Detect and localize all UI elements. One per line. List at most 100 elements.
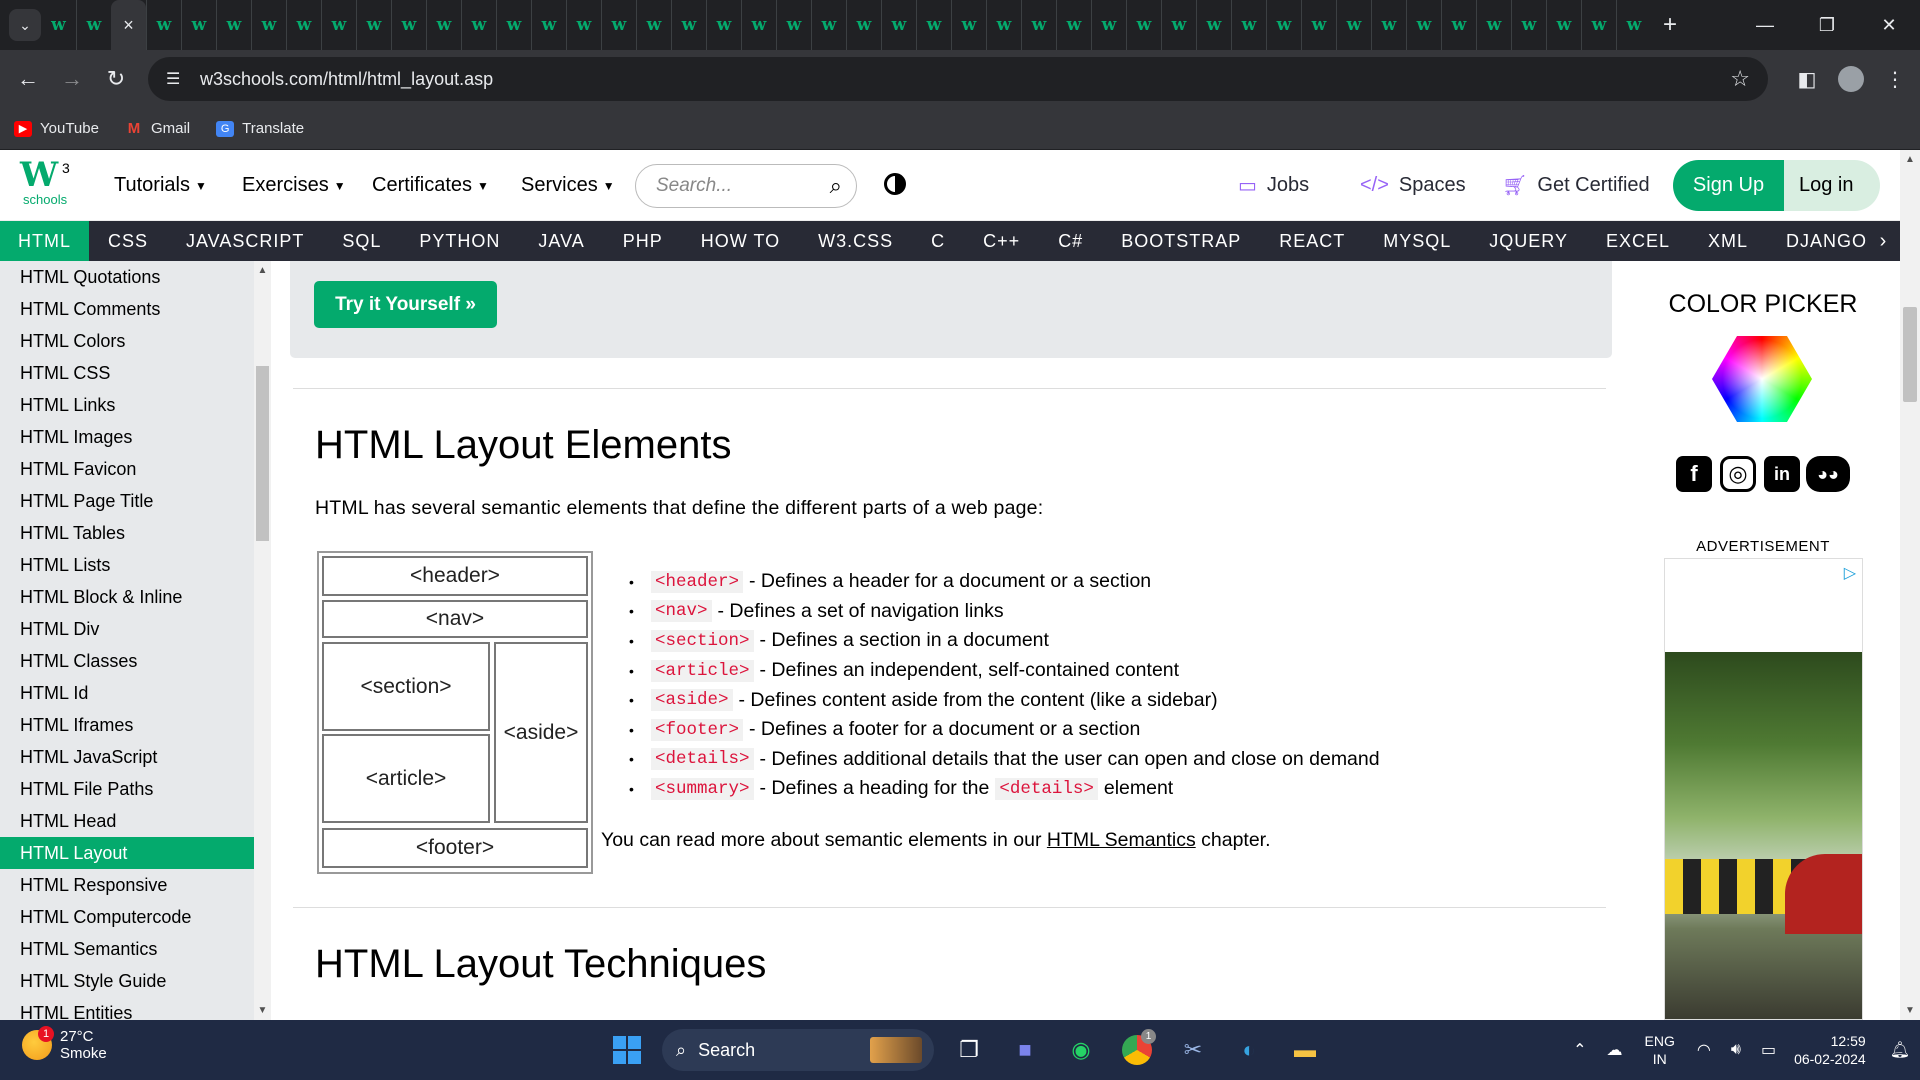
browser-tab[interactable]: w bbox=[881, 0, 916, 50]
topnav-html[interactable]: HTML bbox=[0, 221, 89, 261]
page-scroll-thumb[interactable] bbox=[1903, 307, 1917, 402]
sidebar-item[interactable]: HTML Div bbox=[0, 613, 254, 645]
html-semantics-link[interactable]: HTML Semantics bbox=[1047, 829, 1196, 851]
browser-tab[interactable]: w bbox=[1441, 0, 1476, 50]
sign-up-button[interactable]: Sign Up bbox=[1673, 160, 1784, 211]
sidebar-item[interactable]: HTML Images bbox=[0, 421, 254, 453]
topnav-java[interactable]: JAVA bbox=[519, 221, 603, 261]
browser-tab[interactable]: w bbox=[846, 0, 881, 50]
get-certified-link[interactable]: 🛒︎ Get Certified bbox=[1502, 150, 1650, 221]
browser-tab[interactable]: w bbox=[566, 0, 601, 50]
minimize-button[interactable]: — bbox=[1734, 0, 1796, 50]
sidebar-item[interactable]: HTML Computercode bbox=[0, 901, 254, 933]
topnav-c-[interactable]: C# bbox=[1039, 221, 1102, 261]
topnav-react[interactable]: REACT bbox=[1260, 221, 1364, 261]
sidebar-item[interactable]: HTML Favicon bbox=[0, 453, 254, 485]
browser-tab[interactable]: w bbox=[391, 0, 426, 50]
file-explorer-icon[interactable]: ▬ bbox=[1284, 1029, 1326, 1071]
topnav-python[interactable]: PYTHON bbox=[400, 221, 519, 261]
forward-button[interactable]: → bbox=[50, 57, 94, 101]
browser-tab[interactable]: w bbox=[986, 0, 1021, 50]
reload-button[interactable]: ↻ bbox=[94, 57, 138, 101]
chevron-right-icon[interactable]: › bbox=[1866, 221, 1900, 261]
bookmark-translate[interactable]: G Translate bbox=[216, 120, 304, 137]
sidebar-item[interactable]: HTML Quotations bbox=[0, 261, 254, 293]
close-tab-icon[interactable]: × bbox=[123, 15, 134, 36]
active-tab[interactable]: × bbox=[111, 0, 146, 50]
browser-tab[interactable]: w bbox=[741, 0, 776, 50]
browser-tab[interactable]: w bbox=[1161, 0, 1196, 50]
browser-tab[interactable]: w bbox=[426, 0, 461, 50]
sidebar-item[interactable]: HTML Block & Inline bbox=[0, 581, 254, 613]
topnav-bootstrap[interactable]: BOOTSTRAP bbox=[1102, 221, 1260, 261]
address-bar[interactable]: ☰ w3schools.com/html/html_layout.asp ☆ bbox=[148, 57, 1768, 101]
browser-tab[interactable]: w bbox=[1581, 0, 1616, 50]
browser-tab[interactable]: w bbox=[461, 0, 496, 50]
sidebar-item[interactable]: HTML Id bbox=[0, 677, 254, 709]
browser-tab[interactable]: w bbox=[916, 0, 951, 50]
menu-kebab-icon[interactable]: ⋮ bbox=[1878, 57, 1912, 101]
browser-tab[interactable]: w bbox=[251, 0, 286, 50]
snipping-tool-icon[interactable]: ✂ bbox=[1172, 1029, 1214, 1071]
sidebar-item[interactable]: HTML JavaScript bbox=[0, 741, 254, 773]
browser-tab[interactable]: w bbox=[1126, 0, 1161, 50]
task-view-icon[interactable]: ❐ bbox=[948, 1029, 990, 1071]
sidebar-item[interactable]: HTML Lists bbox=[0, 549, 254, 581]
sidebar-item[interactable]: HTML Responsive bbox=[0, 869, 254, 901]
browser-tab[interactable]: w bbox=[1021, 0, 1056, 50]
spaces-link[interactable]: </> Spaces bbox=[1360, 150, 1466, 221]
color-picker-hexagon-icon[interactable] bbox=[1712, 336, 1812, 422]
browser-tab[interactable]: w bbox=[181, 0, 216, 50]
topnav-w3-css[interactable]: W3.CSS bbox=[799, 221, 912, 261]
browser-tab[interactable]: w bbox=[496, 0, 531, 50]
topnav-jquery[interactable]: JQUERY bbox=[1470, 221, 1587, 261]
adchoices-icon[interactable]: ▷ bbox=[1844, 563, 1856, 583]
site-info-icon[interactable]: ☰ bbox=[166, 69, 190, 89]
browser-tab[interactable]: w bbox=[1231, 0, 1266, 50]
profile-avatar[interactable] bbox=[1838, 66, 1864, 92]
browser-tab[interactable]: w bbox=[951, 0, 986, 50]
browser-tab[interactable]: w bbox=[811, 0, 846, 50]
sidebar-item[interactable]: HTML File Paths bbox=[0, 773, 254, 805]
onedrive-icon[interactable]: ☁ bbox=[1607, 1040, 1623, 1060]
instagram-icon[interactable]: ◎ bbox=[1720, 456, 1756, 492]
browser-tab[interactable]: w bbox=[1336, 0, 1371, 50]
sidebar-item[interactable]: HTML Colors bbox=[0, 325, 254, 357]
sidebar-item[interactable]: HTML Classes bbox=[0, 645, 254, 677]
sidebar-item[interactable]: HTML CSS bbox=[0, 357, 254, 389]
side-panel-icon[interactable]: ◧ bbox=[1790, 57, 1824, 101]
battery-icon[interactable]: ▭ bbox=[1761, 1040, 1776, 1060]
browser-tab[interactable]: w bbox=[146, 0, 181, 50]
dark-mode-toggle-icon[interactable] bbox=[884, 173, 906, 195]
whatsapp-icon[interactable]: ◉ bbox=[1060, 1029, 1102, 1071]
browser-tab[interactable]: w bbox=[1301, 0, 1336, 50]
show-hidden-icons[interactable]: ⌃ bbox=[1573, 1040, 1586, 1060]
log-in-button[interactable]: Log in bbox=[1784, 160, 1880, 211]
topnav-javascript[interactable]: JAVASCRIPT bbox=[167, 221, 323, 261]
chrome-icon[interactable]: 1 bbox=[1116, 1029, 1158, 1071]
start-button[interactable] bbox=[606, 1029, 648, 1071]
topnav-mysql[interactable]: MYSQL bbox=[1364, 221, 1470, 261]
browser-tab[interactable]: w bbox=[41, 0, 76, 50]
browser-tab[interactable]: w bbox=[321, 0, 356, 50]
topnav-how-to[interactable]: HOW TO bbox=[682, 221, 799, 261]
browser-tab[interactable]: w bbox=[776, 0, 811, 50]
topnav-sql[interactable]: SQL bbox=[323, 221, 400, 261]
volume-icon[interactable]: 🔊︎ bbox=[1731, 1041, 1741, 1059]
teams-icon[interactable]: ■ bbox=[1004, 1029, 1046, 1071]
topnav-c-[interactable]: C++ bbox=[964, 221, 1039, 261]
browser-tab[interactable]: w bbox=[671, 0, 706, 50]
language-indicator[interactable]: ENG IN bbox=[1645, 1032, 1675, 1068]
sidebar-scrollbar[interactable]: ▲ ▼ bbox=[254, 261, 271, 1020]
topnav-xml[interactable]: XML bbox=[1689, 221, 1767, 261]
linkedin-icon[interactable]: in bbox=[1764, 456, 1800, 492]
url-text[interactable]: w3schools.com/html/html_layout.asp bbox=[200, 69, 493, 90]
advertisement-banner[interactable]: ▷ bbox=[1664, 558, 1863, 1020]
sidebar-item[interactable]: HTML Comments bbox=[0, 293, 254, 325]
facebook-icon[interactable]: f bbox=[1676, 456, 1712, 492]
close-window-button[interactable]: ✕ bbox=[1858, 0, 1920, 50]
search-icon[interactable]: ⌕ bbox=[830, 173, 842, 199]
discord-icon[interactable]: ◕◕ bbox=[1806, 456, 1850, 492]
bookmark-gmail[interactable]: M Gmail bbox=[125, 120, 190, 137]
menu-exercises[interactable]: Exercises ▼ bbox=[242, 150, 346, 221]
